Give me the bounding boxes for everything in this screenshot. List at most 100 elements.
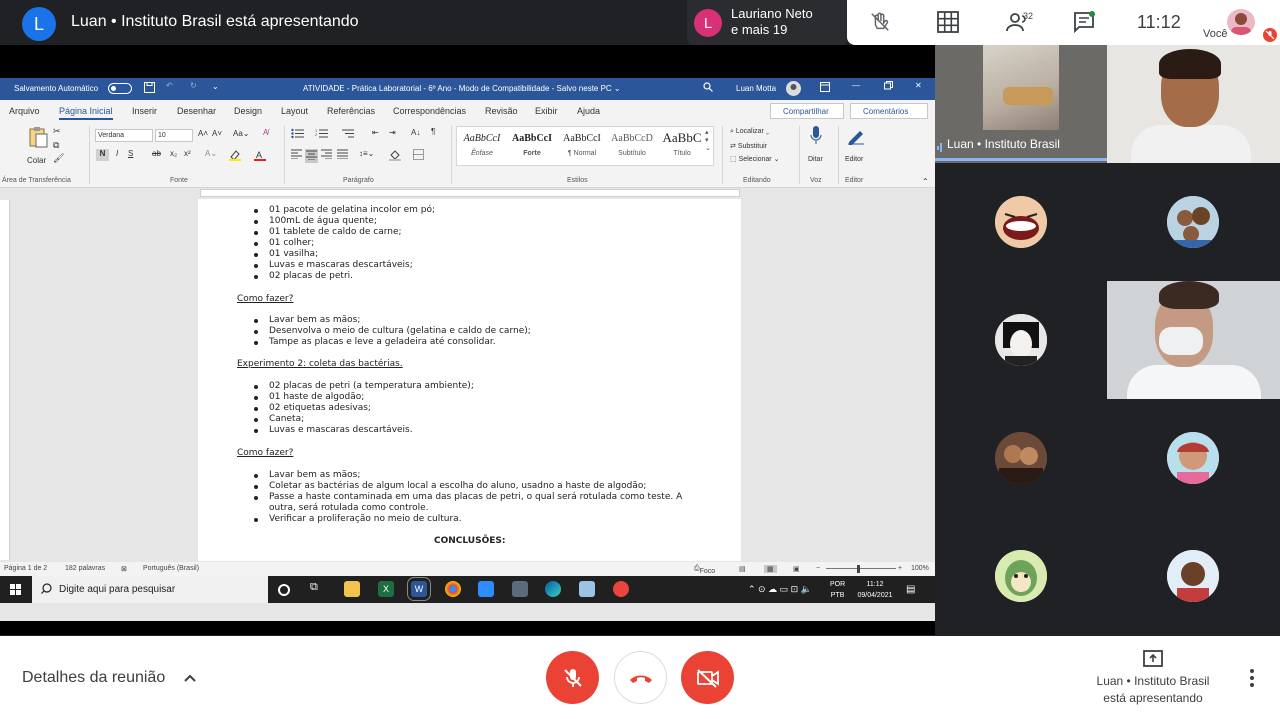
zoom-out-icon[interactable]: − [816,565,820,572]
share-button[interactable]: Compartilhar [770,103,844,119]
tab-exibir[interactable]: Exibir [535,106,558,116]
align-right-icon[interactable] [321,149,332,161]
tab-design[interactable]: Design [234,106,262,116]
participant-avatar[interactable] [995,314,1047,366]
change-case-icon[interactable]: Aa⌄ [233,129,250,138]
participant-avatar[interactable] [1167,196,1219,248]
notifications-icon[interactable]: ▤ [906,584,915,595]
microphone-icon[interactable] [810,126,822,148]
paste-icon[interactable] [28,126,48,148]
collapse-ribbon-icon[interactable]: ⌃ [922,177,929,186]
windows-start-icon[interactable] [10,584,21,595]
font-name-select[interactable]: Verdana [95,129,153,142]
font-color-icon[interactable]: A [254,149,268,163]
page-count[interactable]: Página 1 de 2 [4,565,47,572]
highlight-icon[interactable] [229,149,243,163]
zoom-slider[interactable] [826,568,896,569]
bold-button[interactable]: N [96,149,109,161]
clear-format-icon[interactable]: A̸ [263,128,268,137]
edge-icon[interactable] [545,581,561,597]
tab-correspondencias[interactable]: Correspondências [393,106,466,116]
input-language[interactable]: POR PTB [830,579,845,601]
zoom-app-icon[interactable] [478,581,494,597]
sort-icon[interactable]: A↓ [411,128,420,137]
style-normal[interactable]: AaBbCcI ¶ Normal [557,127,607,167]
grow-font-icon[interactable]: A˄ [198,129,208,138]
style-titulo[interactable]: AaBbC Título [657,127,707,167]
tab-inserir[interactable]: Inserir [132,106,157,116]
chrome-icon[interactable] [445,581,461,597]
user-avatar-icon[interactable] [786,81,801,98]
cortana-icon[interactable] [278,584,290,596]
word-app-icon[interactable]: W [407,577,431,601]
align-left-icon[interactable] [291,149,302,161]
style-enfase[interactable]: AaBbCcI Ênfase [457,127,507,167]
numbering-icon[interactable]: 12 [315,128,329,141]
media-player-icon[interactable] [613,581,629,597]
multilevel-list-icon[interactable] [341,128,355,141]
ruler-bar[interactable] [200,189,740,197]
web-layout-icon[interactable]: ▣ [793,565,800,573]
shrink-font-icon[interactable]: A˅ [212,129,222,138]
select-button[interactable]: ⬚ Selecionar ⌄ [730,155,779,163]
shading-icon[interactable] [389,149,403,163]
undo-icon[interactable]: ↶ [166,81,173,90]
zoom-level[interactable]: 100% [911,565,929,572]
format-painter-icon[interactable]: 🖌 [53,153,64,164]
decrease-indent-icon[interactable]: ⇤ [372,128,379,137]
tab-desenhar[interactable]: Desenhar [177,106,216,116]
photos-icon[interactable] [579,581,595,597]
align-center-icon[interactable] [305,149,318,163]
participant-avatar[interactable] [1167,432,1219,484]
participant-video-tile[interactable] [1107,281,1280,399]
taskbar-search[interactable]: Digite aqui para pesquisar [32,576,268,603]
task-view-icon[interactable]: ⧉ [310,581,326,597]
quick-access-icon[interactable]: ⌄ [212,82,219,91]
participant-avatar[interactable] [1167,550,1219,602]
language-status[interactable]: Português (Brasil) [143,565,199,572]
hand-raise-icon[interactable] [865,8,895,36]
style-forte[interactable]: AaBbCcI Forte [507,127,557,167]
participant-avatar[interactable] [995,550,1047,602]
strikethrough-button[interactable]: ab [152,149,161,158]
file-explorer-icon[interactable] [344,581,360,597]
styles-scroll-icon[interactable]: ▴ ▾ ⌄ [705,128,711,152]
increase-indent-icon[interactable]: ⇥ [389,128,396,137]
present-screen-icon[interactable] [1143,650,1163,672]
replace-button[interactable]: ⇄ Substituir [730,142,767,150]
grid-layout-icon[interactable] [933,8,963,36]
cut-icon[interactable]: ✂ [53,126,61,137]
bullets-icon[interactable] [291,128,305,141]
more-options-icon[interactable] [1244,668,1260,688]
show-marks-icon[interactable]: ¶ [431,127,435,136]
superscript-button[interactable]: x² [184,149,191,158]
justify-icon[interactable] [337,149,348,161]
tab-pagina-inicial[interactable]: Página Inicial [59,106,113,120]
tab-layout[interactable]: Layout [281,106,308,116]
copy-icon[interactable]: ⧉ [53,140,59,151]
focus-button[interactable]: ⎙ Foco [694,565,715,575]
document-page[interactable]: 01 pacote de gelatina incolor em pó; 100m… [198,199,741,561]
presenting-status[interactable]: Luan • Instituto Brasil está apresentand… [1078,673,1228,707]
camera-off-button[interactable] [681,651,734,704]
tab-revisao[interactable]: Revisão [485,106,518,116]
zoom-handle[interactable] [857,565,860,573]
minimize-icon[interactable]: — [852,81,860,90]
participant-video-tile[interactable] [1107,45,1280,163]
end-call-button[interactable] [614,651,667,704]
restore-icon[interactable] [884,81,893,92]
calculator-icon[interactable] [512,581,528,597]
search-icon[interactable] [703,82,713,94]
line-spacing-icon[interactable]: ↕≡⌄ [359,149,374,158]
print-layout-icon[interactable]: ▦ [764,565,777,573]
close-icon[interactable]: ✕ [915,81,922,90]
tab-referencias[interactable]: Referências [327,106,375,116]
find-button[interactable]: ⌕ Localizar ⌄ [730,128,769,136]
comments-button[interactable]: Comentários [850,103,928,119]
save-icon[interactable] [144,82,155,95]
word-count[interactable]: 182 palavras [65,565,105,572]
ribbon-display-icon[interactable] [820,82,830,94]
mic-off-button[interactable] [546,651,599,704]
excel-icon[interactable]: X [378,581,394,597]
redo-icon[interactable]: ↻ [190,81,197,90]
